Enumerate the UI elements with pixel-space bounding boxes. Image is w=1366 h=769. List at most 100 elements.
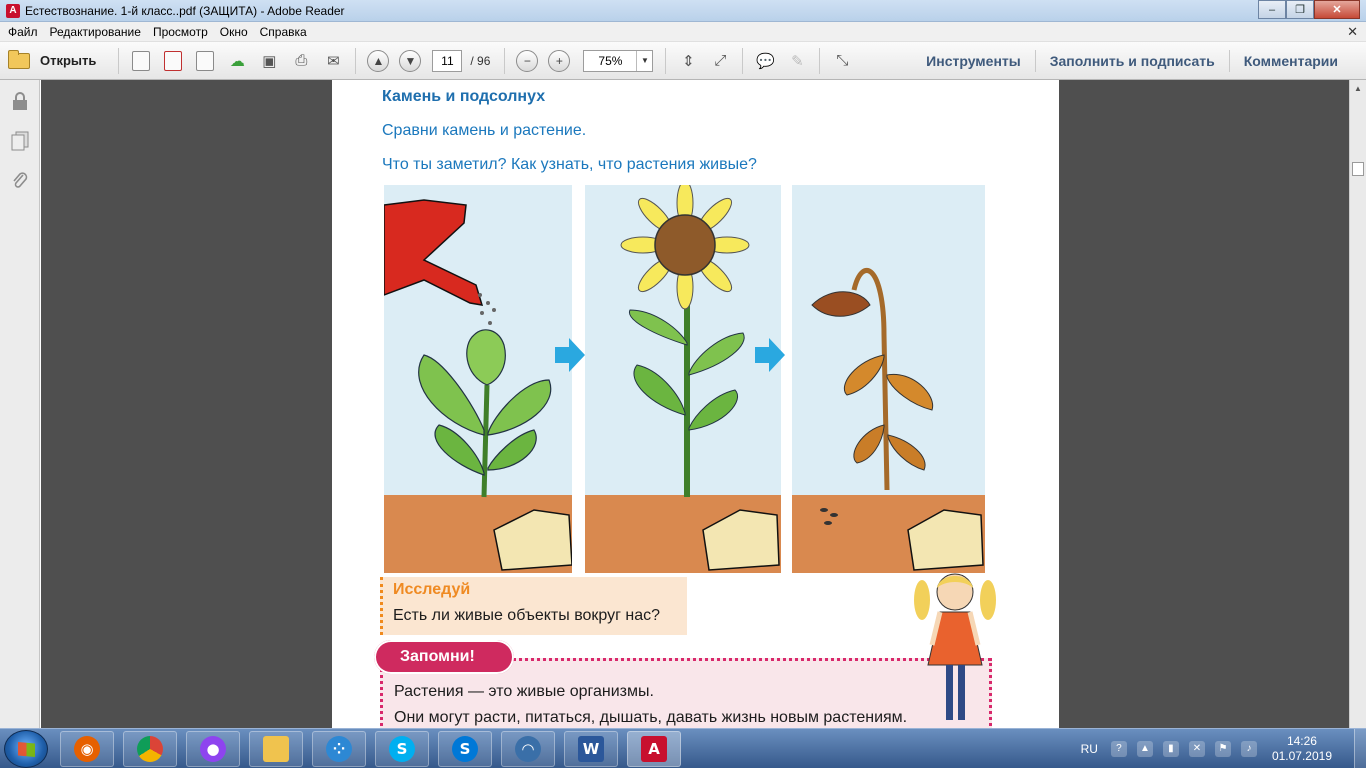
volume-icon[interactable]: ♪ [1240,741,1257,757]
network-error-icon[interactable]: ✕ [1188,741,1205,757]
arrow-up-icon: ▲ [372,53,385,68]
clock-date: 01.07.2019 [1271,749,1332,763]
language-indicator[interactable]: RU [1081,742,1098,756]
illustration-watering [384,185,572,573]
save-button[interactable]: ▣ [256,48,282,74]
illustration-sunflower-bloom [585,185,781,573]
taskbar-app[interactable]: ⁘ [312,731,366,767]
page-number-input[interactable]: 11 [432,49,463,72]
illustration-sunflower-withered [792,185,985,573]
title-bar: A Естествознание. 1-й класс..pdf (ЗАЩИТА… [0,0,1366,22]
menu-file[interactable]: Файл [4,25,46,39]
prev-page-button[interactable]: ▲ [367,49,390,72]
navigation-pane [0,80,40,728]
flag-icon[interactable]: ⚑ [1214,741,1231,757]
instruction-line-1: Сравни камень и растение. [382,122,587,139]
toolbar: Открыть ☁ ▣ ⎙ ✉ ▲ ▼ 11 / 96 − + 75% ▼ ⇕ … [0,42,1366,80]
minus-icon: − [523,53,531,68]
arrow-down-icon: ▼ [404,53,417,68]
edit-pdf-icon [196,50,215,71]
toolbar-divider [504,47,506,74]
lock-icon[interactable] [9,90,31,112]
adobe-reader-icon: A [6,3,20,18]
email-button[interactable]: ✉ [320,48,346,74]
toolbar-divider [819,47,821,74]
close-button[interactable]: ✕ [1314,0,1360,19]
upload-button[interactable]: ☁ [224,48,250,74]
firefox-icon: ◉ [74,736,100,762]
taskbar-skype[interactable]: S [375,731,429,767]
explore-title: Исследуй [393,581,471,598]
comment-button[interactable]: 💬 [752,48,778,74]
pages-icon[interactable] [9,130,31,152]
edit-pdf-button[interactable] [192,48,218,74]
cloud-upload-icon: ☁ [229,52,245,70]
arrow-right-icon [755,338,785,372]
menu-help[interactable]: Справка [256,25,315,39]
clock[interactable]: 14:26 01.07.2019 [1272,734,1332,764]
export-pdf-icon [164,50,183,71]
read-mode-button[interactable]: ⤡ [829,48,855,74]
mail-icon: ✉ [327,52,340,70]
save-icon: ▣ [262,52,277,70]
pen-icon: ✎ [791,52,804,70]
remember-line-2: Они могут расти, питаться, дышать, дават… [394,709,908,726]
clock-time: 14:26 [1286,734,1317,748]
taskbar-firefox[interactable]: ◉ [60,731,114,767]
taskbar-word[interactable]: W [564,731,618,767]
document-close-icon[interactable]: ✕ [1347,24,1358,40]
export-pdf-button[interactable] [160,48,186,74]
chevron-up-icon[interactable]: ▲ [1136,741,1153,757]
create-pdf-icon [132,50,151,71]
attachment-icon[interactable] [9,170,31,192]
tools-link[interactable]: Инструменты [912,53,1035,69]
menu-edit[interactable]: Редактирование [46,25,149,39]
minimize-button[interactable]: – [1258,0,1286,19]
taskbar-chrome[interactable] [123,731,177,767]
create-pdf-button[interactable] [128,48,154,74]
word-icon: W [578,736,604,762]
zoom-out-button[interactable]: − [516,49,539,72]
scroll-thumb[interactable] [1352,162,1364,176]
fit-width-button[interactable]: ⤢ [707,48,733,74]
help-icon[interactable]: ? [1110,741,1127,757]
menu-bar: Файл Редактирование Просмотр Окно Справк… [0,22,1366,42]
taskbar-app2[interactable]: ◠ [501,731,555,767]
zoom-select[interactable]: 75% ▼ [583,49,654,72]
start-button[interactable] [4,730,48,768]
document-view[interactable]: Камень и подсолнух Сравни камень и расте… [41,80,1349,728]
zoom-in-button[interactable]: + [548,49,571,72]
speech-bubble-icon: 💬 [756,52,775,70]
explore-text: Есть ли живые объекты вокруг нас? [393,607,661,624]
zoom-value: 75% [598,53,623,68]
taskbar-adobe-reader[interactable]: A [627,731,681,767]
fit-page-button[interactable]: ⇕ [675,48,701,74]
remember-line-1: Растения — это живые организмы. [394,683,654,700]
taskbar-explorer[interactable] [249,731,303,767]
adobe-reader-icon: A [641,736,667,762]
right-panel-links: Инструменты Заполнить и подписать Коммен… [912,42,1352,80]
scroll-up-icon[interactable]: ▲ [1350,80,1366,97]
pdf-page: Камень и подсолнух Сравни камень и расте… [332,80,1059,728]
window-controls: – ❐ ✕ [1258,0,1360,19]
signal-icon[interactable]: ▮ [1162,741,1179,757]
folder-icon [8,49,30,69]
next-page-button[interactable]: ▼ [399,49,422,72]
remember-tag: Запомни! [374,640,514,674]
menu-window[interactable]: Окно [216,25,256,39]
sign-button[interactable]: ✎ [784,48,810,74]
open-button[interactable]: Открыть [8,49,96,69]
maximize-button[interactable]: ❐ [1286,0,1314,19]
toolbar-divider [355,47,357,74]
vertical-scrollbar[interactable]: ▲ [1349,80,1366,728]
fill-sign-link[interactable]: Заполнить и подписать [1036,53,1229,69]
print-button[interactable]: ⎙ [288,48,314,74]
taskbar-alice[interactable]: ● [186,731,240,767]
taskbar-skype-business[interactable]: S [438,731,492,767]
skype-business-icon: S [452,736,478,762]
fit-width-icon: ⤢ [714,52,727,69]
show-desktop-button[interactable] [1354,729,1366,769]
menu-view[interactable]: Просмотр [149,25,216,39]
comments-link[interactable]: Комментарии [1230,53,1352,69]
explore-box: Исследуй Есть ли живые объекты вокруг на… [380,577,687,635]
